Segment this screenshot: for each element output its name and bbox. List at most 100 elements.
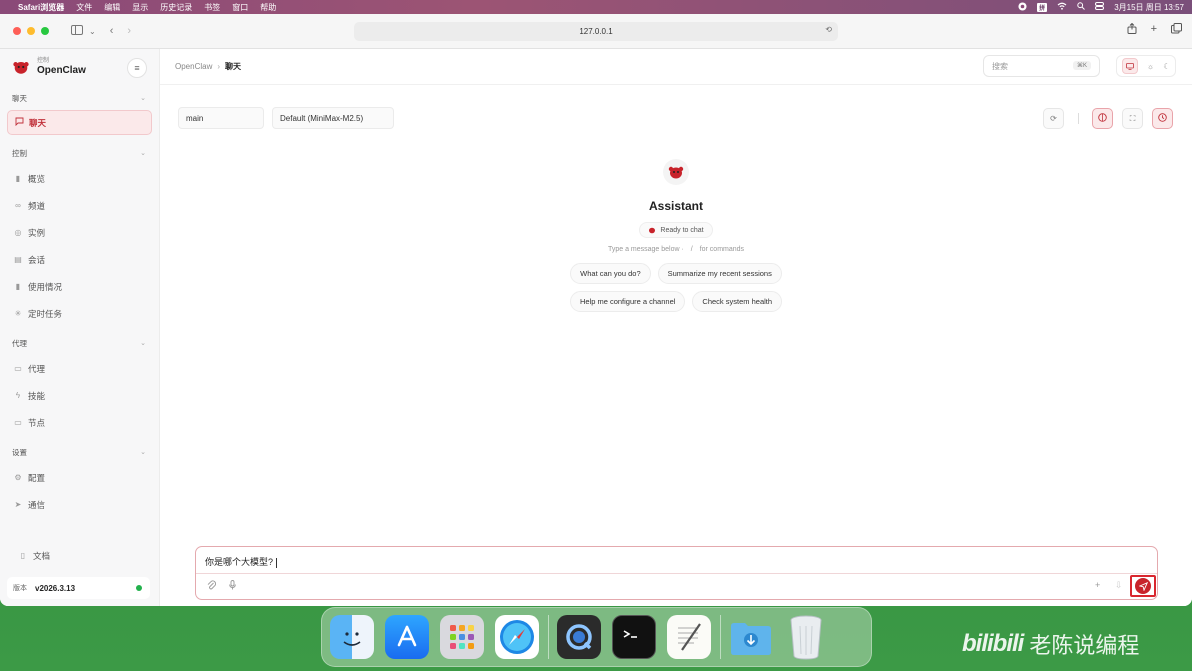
downloads-folder-icon[interactable] (729, 615, 773, 659)
terminal-icon[interactable] (612, 615, 656, 659)
sidebar-item-label: 概览 (28, 173, 46, 184)
folder-icon: ▭ (14, 364, 22, 373)
app-store-icon[interactable] (385, 615, 429, 659)
section-agents[interactable]: 代理 ⌄ (0, 336, 159, 350)
send-button[interactable] (1130, 575, 1156, 597)
menu-view[interactable]: 显示 (132, 2, 148, 13)
clock-icon (1158, 113, 1167, 124)
tab-overview-icon[interactable] (1171, 23, 1182, 37)
sidebar-item-nodes[interactable]: ▭ 节点 (0, 409, 159, 436)
suggestion-chip[interactable]: Check system health (692, 291, 783, 312)
zoom-window-button[interactable] (41, 27, 49, 35)
sidebar-toggle-icon[interactable] (71, 24, 83, 38)
thinking-toggle-button[interactable] (1092, 108, 1113, 129)
forward-icon[interactable]: › (127, 25, 131, 37)
status-text: Ready to chat (660, 226, 704, 234)
record-status-icon[interactable] (1018, 1, 1027, 13)
refresh-button[interactable]: ⟳ (1043, 108, 1064, 129)
watermark: bilibili 老陈说编程 (962, 628, 1139, 660)
sidebar-item-usage[interactable]: ▮ 使用情况 (0, 273, 159, 300)
export-icon[interactable]: ⇩ (1115, 580, 1123, 591)
sidebar-item-label: 通信 (28, 499, 46, 510)
new-tab-icon[interactable]: + (1151, 23, 1157, 37)
safari-icon[interactable] (495, 615, 539, 659)
sidebar-item-config[interactable]: ⚙ 配置 (0, 464, 159, 491)
sidebar: 控制 OpenClaw ≡ 聊天 ⌄ 聊天 控制 ⌄ ▮ 概览 ∞ 频道 ◎ 实… (0, 49, 160, 606)
sidebar-item-channels[interactable]: ∞ 频道 (0, 192, 159, 219)
input-method-indicator[interactable]: 拼 (1037, 2, 1048, 12)
textedit-icon[interactable] (667, 615, 711, 659)
session-select[interactable]: main (178, 107, 264, 129)
theme-system-button[interactable] (1121, 58, 1138, 74)
theme-light-button[interactable]: ☼ (1147, 62, 1154, 71)
section-control[interactable]: 控制 ⌄ (0, 146, 159, 160)
sidebar-item-overview[interactable]: ▮ 概览 (0, 165, 159, 192)
menu-app-name[interactable]: Safari浏览器 (18, 2, 64, 13)
main-content: OpenClaw › 聊天 搜索 ⌘K ☼ ☾ main Default (Mi… (160, 49, 1192, 606)
spotlight-search-icon[interactable] (1077, 2, 1086, 12)
address-bar[interactable]: 127.0.0.1 ⟲ (354, 22, 838, 41)
sidebar-item-skills[interactable]: ϟ 技能 (0, 382, 159, 409)
sidebar-item-chat[interactable]: 聊天 (7, 110, 152, 135)
menu-file[interactable]: 文件 (76, 2, 92, 13)
bar-chart-icon: ▮ (15, 282, 21, 291)
sidebar-item-docs[interactable]: ▯ 文档 (0, 542, 159, 569)
trash-icon[interactable] (784, 615, 828, 660)
section-chat[interactable]: 聊天 ⌄ (0, 91, 159, 105)
sidebar-item-label: 实例 (28, 227, 46, 238)
search-input[interactable]: 搜索 ⌘K (983, 55, 1100, 77)
hint-prefix: Type a message below · (607, 246, 684, 253)
safari-window: ⌄ ‹ › 127.0.0.1 ⟲ + 控制 OpenClaw ≡ 聊天 ⌄ 聊… (0, 14, 1192, 606)
menubar-clock[interactable]: 3月15日 周日 13:57 (1114, 2, 1184, 13)
message-composer: 你是哪个大模型? + ⇩ (195, 546, 1158, 600)
book-icon: ▯ (20, 551, 26, 560)
sidebar-item-label: 代理 (28, 363, 46, 374)
suggestion-chip[interactable]: Summarize my recent sessions (657, 263, 782, 284)
close-window-button[interactable] (13, 27, 21, 35)
share-icon[interactable] (1127, 22, 1137, 37)
quicktime-icon[interactable] (557, 615, 601, 659)
menu-bookmarks[interactable]: 书签 (204, 2, 220, 13)
chevron-down-icon[interactable]: ⌄ (89, 27, 96, 36)
suggestion-list: What can you do? Summarize my recent ses… (160, 263, 1192, 312)
focus-mode-button[interactable]: ⛶ (1122, 108, 1143, 129)
suggestion-chip[interactable]: Help me configure a channel (569, 291, 686, 312)
translate-reload-icons[interactable]: ⟲ (825, 25, 832, 34)
sidebar-item-instances[interactable]: ◎ 实例 (0, 219, 159, 246)
monitor-icon: ▭ (14, 418, 22, 427)
theme-dark-button[interactable]: ☾ (1163, 62, 1170, 71)
microphone-icon[interactable] (229, 580, 236, 592)
wifi-icon[interactable] (1057, 2, 1067, 12)
launchpad-icon[interactable] (440, 615, 484, 659)
gear-icon: ⚙ (14, 473, 22, 482)
openclaw-app: 控制 OpenClaw ≡ 聊天 ⌄ 聊天 控制 ⌄ ▮ 概览 ∞ 频道 ◎ 实… (0, 49, 1192, 606)
breadcrumb-current: 聊天 (225, 62, 242, 71)
back-icon[interactable]: ‹ (110, 25, 114, 37)
menu-edit[interactable]: 编辑 (104, 2, 120, 13)
breadcrumb-root[interactable]: OpenClaw (175, 62, 212, 71)
session-value: main (186, 113, 204, 123)
watermark-brand: bilibili (962, 630, 1024, 657)
sidebar-item-sessions[interactable]: ▤ 会话 (0, 246, 159, 273)
menu-history[interactable]: 历史记录 (160, 2, 192, 13)
attach-icon[interactable] (207, 580, 217, 592)
sidebar-item-comms[interactable]: ➤ 通信 (0, 491, 159, 518)
sidebar-item-agents[interactable]: ▭ 代理 (0, 355, 159, 382)
menu-help[interactable]: 帮助 (260, 2, 276, 13)
macos-dock (321, 607, 872, 667)
suggestion-chip[interactable]: What can you do? (570, 263, 651, 284)
section-settings[interactable]: 设置 ⌄ (0, 445, 159, 459)
sidebar-item-cron[interactable]: ✳ 定时任务 (0, 300, 159, 327)
new-session-icon[interactable]: + (1095, 580, 1100, 590)
finder-icon[interactable] (330, 615, 374, 659)
sidebar-item-label: 会话 (28, 254, 46, 265)
control-center-icon[interactable] (1095, 2, 1105, 12)
menu-window[interactable]: 窗口 (232, 2, 248, 13)
minimize-window-button[interactable] (27, 27, 35, 35)
model-select[interactable]: Default (MiniMax-M2.5) (272, 107, 394, 129)
history-button[interactable] (1152, 108, 1173, 129)
message-input[interactable]: 你是哪个大模型? (205, 555, 278, 568)
sidebar-item-label: 定时任务 (28, 308, 63, 319)
search-shortcut: ⌘K (1072, 61, 1091, 70)
sidebar-collapse-button[interactable]: ≡ (127, 58, 147, 78)
